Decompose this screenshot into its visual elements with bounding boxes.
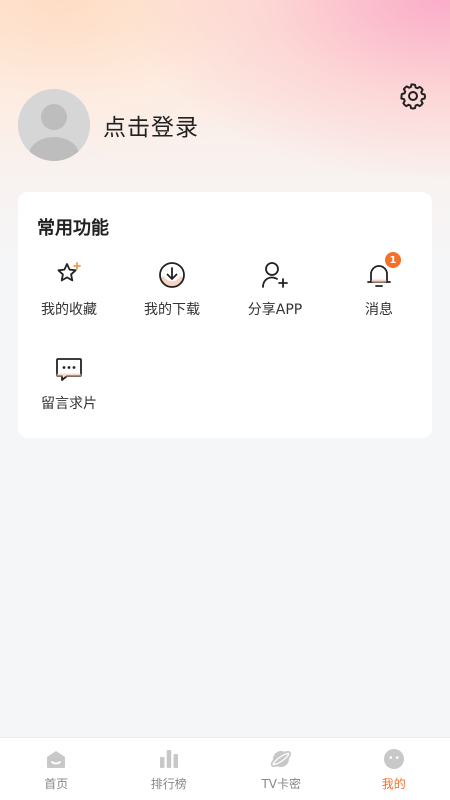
- settings-button[interactable]: [396, 79, 430, 113]
- bottom-tab-bar: 首页 排行榜 TV卡密 我的: [0, 737, 450, 800]
- function-label: 留言求片: [41, 396, 97, 412]
- tab-home[interactable]: 首页: [0, 738, 113, 800]
- tab-label: 首页: [44, 777, 69, 791]
- login-area[interactable]: 点击登录: [18, 89, 199, 161]
- tab-label: TV卡密: [261, 777, 302, 791]
- function-label: 消息: [365, 302, 393, 318]
- default-avatar-icon: [18, 89, 90, 161]
- face-icon: [383, 749, 404, 769]
- avatar[interactable]: [18, 89, 90, 161]
- ranking-icon: [159, 750, 178, 768]
- home-icon: [47, 751, 66, 768]
- messages-button[interactable]: 1 消息: [334, 252, 424, 319]
- downloads-button[interactable]: 我的下载: [127, 258, 217, 319]
- unread-badge: 1: [385, 252, 401, 268]
- login-label[interactable]: 点击登录: [103, 108, 199, 142]
- function-label: 我的下载: [144, 302, 200, 318]
- function-label: 分享APP: [247, 302, 303, 318]
- download-icon: [159, 262, 185, 288]
- section-title: 常用功能: [37, 218, 109, 239]
- tab-ranking[interactable]: 排行榜: [113, 738, 226, 800]
- favorites-button[interactable]: 我的收藏: [24, 258, 114, 319]
- gear-icon: [400, 83, 426, 110]
- tab-mine[interactable]: 我的: [338, 738, 450, 800]
- common-functions-card: 常用功能 我的收藏 我的下载 分享APP 1 消息 留言求片: [18, 192, 432, 438]
- tab-tv-card[interactable]: TV卡密: [225, 738, 338, 800]
- request-movie-button[interactable]: 留言求片: [24, 352, 114, 413]
- message-icon: [56, 358, 82, 381]
- function-label: 我的收藏: [41, 302, 97, 318]
- star-icon: [57, 262, 81, 282]
- share-app-button[interactable]: 分享APP: [230, 258, 320, 319]
- share-user-icon: [262, 262, 288, 288]
- tab-label: 我的: [381, 777, 406, 791]
- planet-icon: [271, 750, 292, 768]
- tab-label: 排行榜: [150, 777, 187, 791]
